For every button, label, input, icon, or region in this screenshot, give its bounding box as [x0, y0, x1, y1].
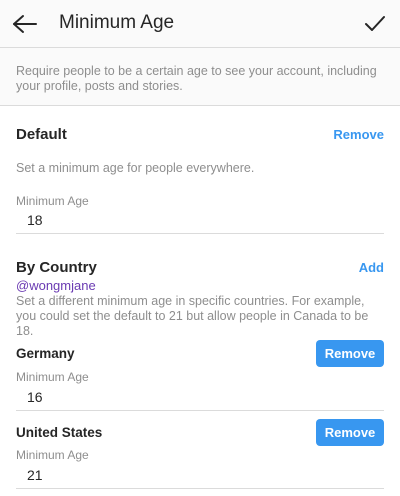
intro-text: Require people to be a certain age to se…: [16, 64, 377, 93]
united-states-min-age-field[interactable]: 21: [16, 463, 384, 489]
germany-min-age-value: 16: [27, 389, 43, 405]
arrow-left-icon: [13, 15, 37, 33]
checkmark-icon: [365, 16, 385, 31]
add-country-link[interactable]: Add: [359, 260, 384, 275]
germany-field-label: Minimum Age: [16, 370, 89, 384]
default-section-title: Default: [16, 126, 67, 143]
germany-min-age-field[interactable]: 16: [16, 385, 384, 411]
default-min-age-value: 18: [27, 212, 43, 228]
default-remove-link[interactable]: Remove: [333, 127, 384, 142]
remove-germany-button[interactable]: Remove: [316, 340, 384, 367]
country-description: Set a different minimum age in specific …: [16, 294, 369, 338]
default-min-age-field[interactable]: 18: [16, 208, 384, 234]
united-states-min-age-value: 21: [27, 467, 43, 483]
intro-panel: Require people to be a certain age to se…: [0, 48, 400, 106]
remove-united-states-button[interactable]: Remove: [316, 419, 384, 446]
default-field-label: Minimum Age: [16, 194, 89, 208]
country-name-united-states: United States: [16, 425, 103, 440]
confirm-button[interactable]: [360, 8, 390, 40]
username-label: @wongmjane: [16, 278, 96, 293]
country-name-germany: Germany: [16, 346, 75, 361]
back-button[interactable]: [10, 8, 40, 40]
default-description: Set a minimum age for people everywhere.: [16, 161, 255, 175]
page-title: Minimum Age: [59, 12, 175, 33]
top-bar: Minimum Age: [0, 0, 400, 48]
country-section-title: By Country: [16, 259, 97, 276]
united-states-field-label: Minimum Age: [16, 448, 89, 462]
